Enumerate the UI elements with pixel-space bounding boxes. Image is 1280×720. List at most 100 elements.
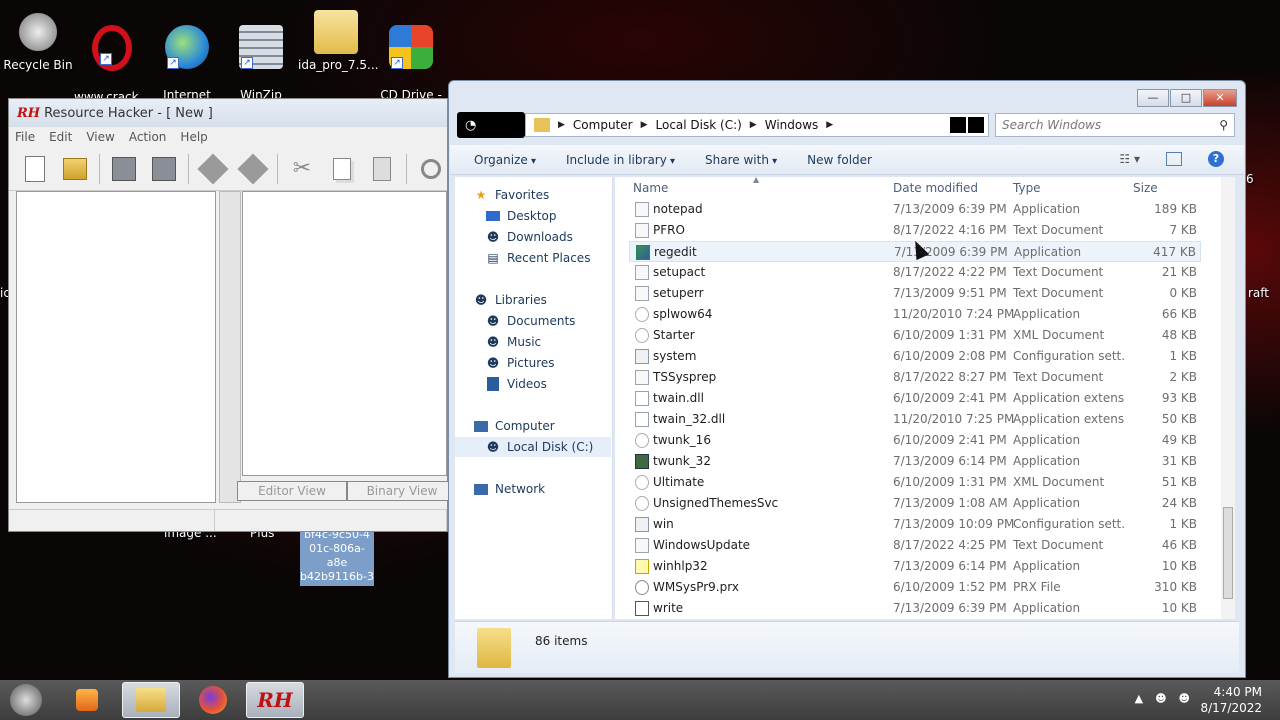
- file-row[interactable]: setuperr 7/13/2009 9:51 PM Text Document 0 …: [629, 283, 1201, 304]
- change-view-icon[interactable]: ☷ ▾: [1119, 152, 1140, 166]
- nav-desktop[interactable]: Desktop: [485, 206, 557, 226]
- toolbar-separator: [188, 153, 189, 184]
- file-row[interactable]: twunk_16 6/10/2009 2:41 PM Application 49 K…: [629, 430, 1201, 451]
- file-row[interactable]: system 6/10/2009 2:08 PM Configuration set…: [629, 346, 1201, 367]
- history-dropdown-button[interactable]: [950, 117, 966, 133]
- tray-app-icon[interactable]: ☻: [1155, 692, 1166, 705]
- nav-computer[interactable]: Computer: [473, 416, 555, 436]
- tray-app-icon[interactable]: ☻: [1179, 692, 1190, 705]
- file-size: 49 KB: [1161, 433, 1197, 447]
- file-type: XML Document: [1013, 475, 1105, 489]
- clock[interactable]: 4:40 PM 8/17/2022: [1200, 684, 1262, 716]
- panel-splitter[interactable]: [219, 191, 241, 503]
- nav-recent-places[interactable]: ▤ Recent Places: [485, 248, 590, 268]
- search-icon: ⚲: [1219, 118, 1228, 132]
- cut-button[interactable]: ✂: [286, 154, 318, 184]
- forward-button[interactable]: [237, 152, 269, 185]
- file-row[interactable]: setupact 8/17/2022 4:22 PM Text Document 21…: [629, 262, 1201, 283]
- rh-titlebar[interactable]: RH Resource Hacker - [ New ]: [9, 99, 447, 127]
- taskbar-resource-hacker[interactable]: RH: [246, 682, 304, 718]
- column-header-name[interactable]: Name: [633, 181, 668, 195]
- nav-local-disk[interactable]: ☻ Local Disk (C:): [455, 437, 611, 457]
- copy-button[interactable]: [326, 154, 358, 184]
- file-row[interactable]: splwow64 11/20/2010 7:24 PM Application 66 …: [629, 304, 1201, 325]
- new-file-button[interactable]: [19, 154, 51, 184]
- maximize-button[interactable]: □: [1170, 89, 1202, 107]
- start-button[interactable]: [6, 682, 46, 718]
- breadcrumb-local-disk[interactable]: Local Disk (C:): [656, 118, 742, 132]
- nav-videos[interactable]: Videos: [485, 374, 547, 394]
- file-row[interactable]: twain_32.dll 11/20/2010 7:25 PM Applicatio…: [629, 409, 1201, 430]
- include-in-library-button[interactable]: Include in library: [566, 153, 675, 167]
- breadcrumb-chevron-icon: ▶: [558, 120, 565, 130]
- refresh-button[interactable]: [968, 117, 984, 133]
- star-icon: ★: [475, 188, 487, 202]
- app-file-icon: [635, 328, 649, 343]
- back-forward-buttons[interactable]: ◔: [457, 112, 525, 138]
- nav-libraries[interactable]: ☻ Libraries: [473, 290, 547, 310]
- find-button[interactable]: [415, 154, 447, 184]
- taskbar-explorer[interactable]: [122, 682, 180, 718]
- file-size: 7 KB: [1169, 223, 1197, 237]
- column-header-size[interactable]: Size: [1133, 181, 1158, 195]
- file-row[interactable]: win 7/13/2009 10:09 PM Configuration sett.…: [629, 514, 1201, 535]
- menu-edit[interactable]: Edit: [49, 130, 72, 144]
- file-row[interactable]: UnsignedThemesSvc 7/13/2009 1:08 AM Applic…: [629, 493, 1201, 514]
- column-header-type[interactable]: Type: [1013, 181, 1041, 195]
- editor-panel[interactable]: [242, 191, 447, 476]
- txt-file-icon: [635, 202, 649, 217]
- close-button[interactable]: ✕: [1203, 89, 1237, 107]
- save-button[interactable]: [108, 154, 140, 184]
- menu-help[interactable]: Help: [180, 130, 207, 144]
- file-row[interactable]: notepad 7/13/2009 6:39 PM Application 189 K…: [629, 199, 1201, 220]
- menu-view[interactable]: View: [86, 130, 114, 144]
- desktop-icon-recycle-bin[interactable]: Recycle Bin: [0, 4, 76, 73]
- nav-pictures[interactable]: ☻ Pictures: [485, 353, 555, 373]
- file-row[interactable]: TSSysprep 8/17/2022 8:27 PM Text Document 2…: [629, 367, 1201, 388]
- save-as-button[interactable]: [148, 154, 180, 184]
- back-button[interactable]: [197, 152, 229, 185]
- nav-downloads[interactable]: ☻ Downloads: [485, 227, 573, 247]
- nav-music[interactable]: ☻ Music: [485, 332, 541, 352]
- new-folder-button[interactable]: New folder: [807, 153, 872, 167]
- file-row[interactable]: Ultimate 6/10/2009 1:31 PM XML Document 51 …: [629, 472, 1201, 493]
- minimize-button[interactable]: —: [1137, 89, 1169, 107]
- scrollbar-thumb[interactable]: [1223, 507, 1233, 599]
- vertical-scrollbar[interactable]: [1221, 177, 1235, 619]
- resource-tree-panel[interactable]: [16, 191, 216, 503]
- file-row[interactable]: PFRO 8/17/2022 4:16 PM Text Document 7 KB: [629, 220, 1201, 241]
- paste-button[interactable]: [366, 154, 398, 184]
- nav-documents[interactable]: ☻ Documents: [485, 311, 576, 331]
- taskbar-firefox[interactable]: [184, 682, 242, 718]
- explorer-folder-icon: [136, 688, 166, 712]
- file-size: 24 KB: [1161, 496, 1197, 510]
- file-row[interactable]: WMSysPr9.prx 6/10/2009 1:52 PM PRX File 310…: [629, 577, 1201, 598]
- nav-network[interactable]: Network: [473, 479, 545, 499]
- file-row[interactable]: write 7/13/2009 6:39 PM Application 10 KB: [629, 598, 1201, 619]
- organize-button[interactable]: Organize: [474, 153, 536, 167]
- breadcrumb-computer[interactable]: Computer: [573, 118, 633, 132]
- preview-pane-icon[interactable]: [1166, 152, 1182, 166]
- file-row[interactable]: twain.dll 6/10/2009 2:41 PM Application ex…: [629, 388, 1201, 409]
- show-hidden-icons-icon[interactable]: ▲: [1135, 692, 1143, 705]
- desktop-icon-ida-pro[interactable]: ida_pro_7.5...: [298, 4, 378, 73]
- breadcrumb-windows[interactable]: Windows: [765, 118, 819, 132]
- tab-binary-view[interactable]: Binary View: [347, 481, 457, 501]
- help-icon[interactable]: ?: [1208, 151, 1224, 167]
- address-bar[interactable]: ▶ Computer ▶ Local Disk (C:) ▶ Windows ▶: [525, 113, 989, 137]
- share-with-button[interactable]: Share with: [705, 153, 777, 167]
- menu-file[interactable]: File: [15, 130, 35, 144]
- nav-favorites[interactable]: ★ Favorites: [473, 185, 550, 205]
- desktop-selected-file[interactable]: bf4c-9c50-4 01c-806a-a8e b42b9116b-3 342…: [300, 528, 374, 586]
- tab-editor-view[interactable]: Editor View: [237, 481, 347, 501]
- menu-action[interactable]: Action: [129, 130, 167, 144]
- file-row[interactable]: winhlp32 7/13/2009 6:14 PM Application 10 K…: [629, 556, 1201, 577]
- search-box[interactable]: Search Windows ⚲: [995, 113, 1235, 137]
- search-input[interactable]: Search Windows: [1002, 118, 1101, 132]
- file-row[interactable]: WindowsUpdate 8/17/2022 4:25 PM Text Docum…: [629, 535, 1201, 556]
- column-header-date[interactable]: Date modified: [893, 181, 978, 195]
- file-row[interactable]: twunk_32 7/13/2009 6:14 PM Application 31 K…: [629, 451, 1201, 472]
- open-button[interactable]: [59, 154, 91, 184]
- taskbar-media-player[interactable]: [58, 682, 116, 718]
- file-row[interactable]: Starter 6/10/2009 1:31 PM XML Document 48 K…: [629, 325, 1201, 346]
